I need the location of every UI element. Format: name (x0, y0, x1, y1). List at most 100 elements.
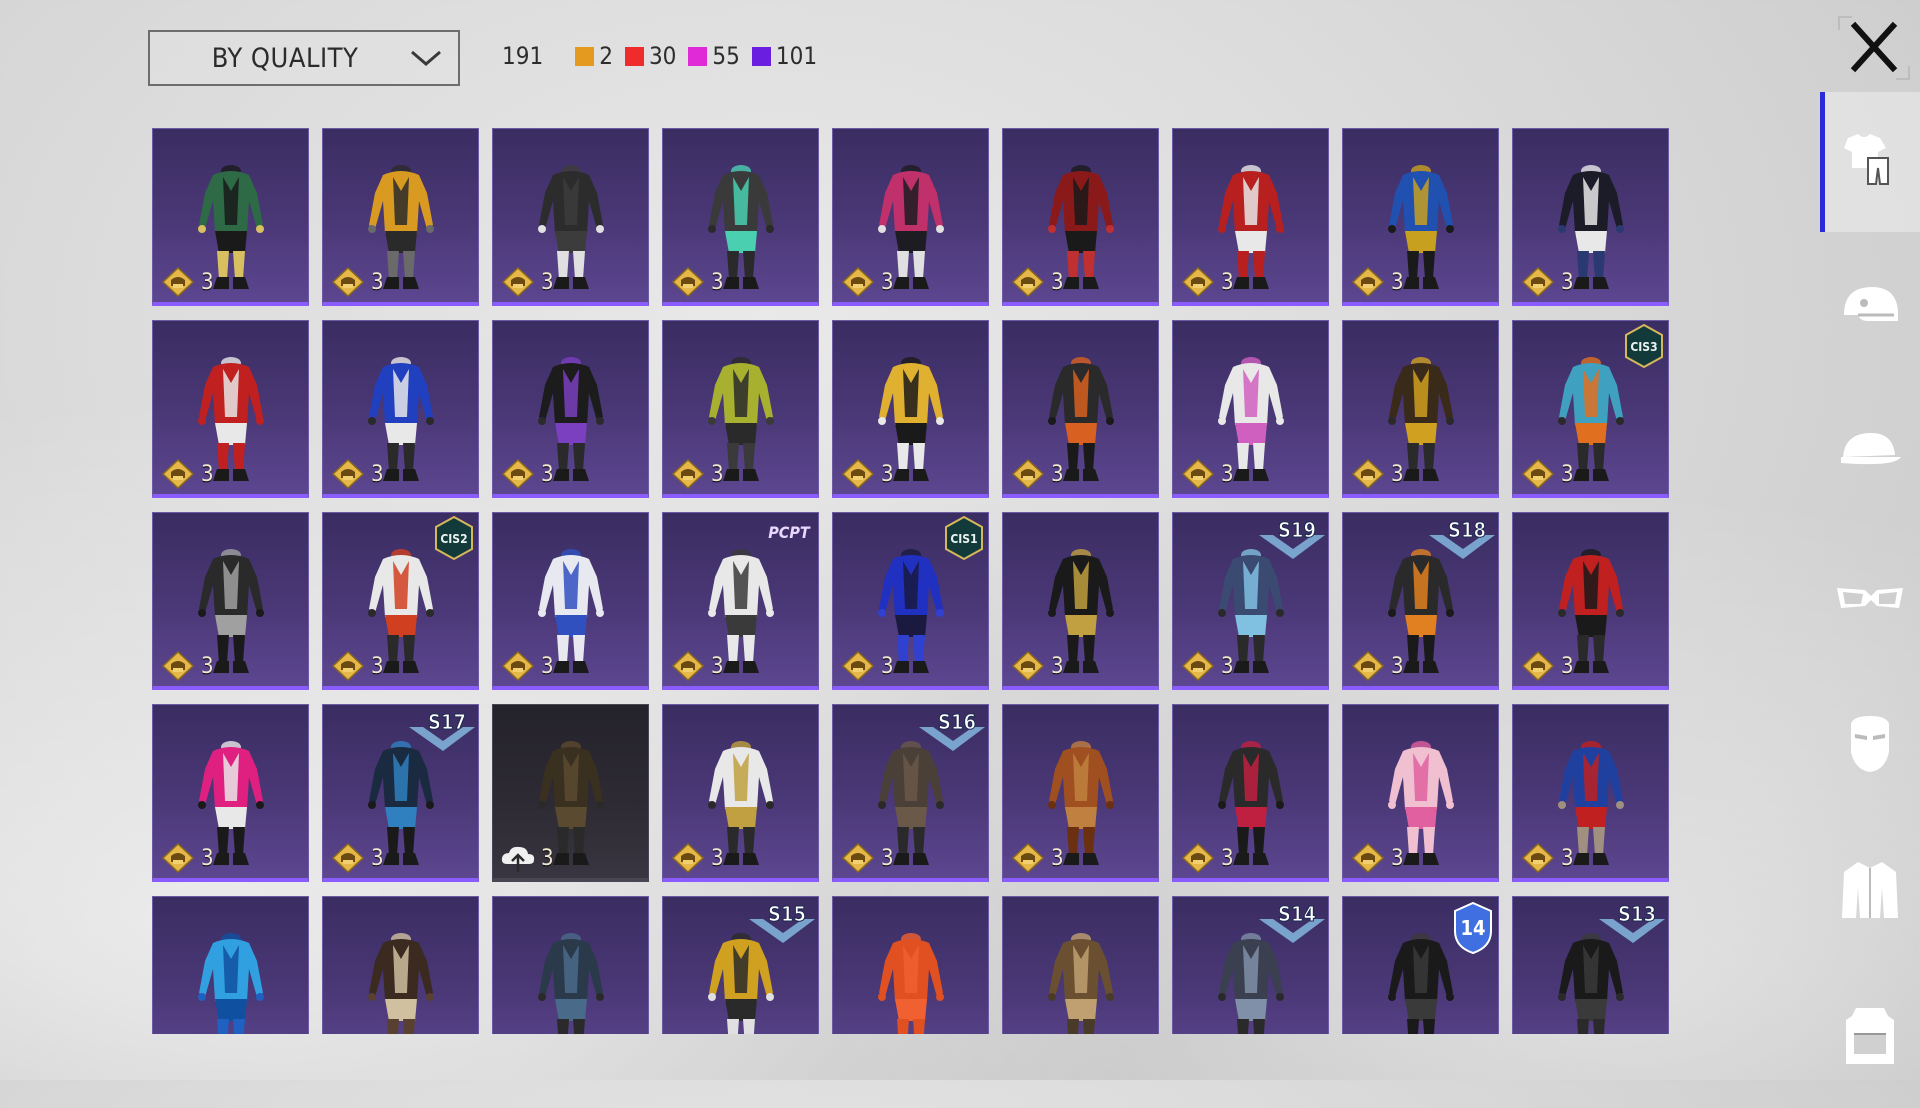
outfit-card[interactable]: CIS1 3 (832, 512, 989, 690)
outfit-card[interactable]: 3 (662, 704, 819, 882)
close-button[interactable] (1838, 16, 1910, 80)
outfit-card[interactable]: 3 (492, 128, 649, 306)
quality-count-2: 55 (688, 42, 740, 70)
quantity: 3 (159, 458, 214, 490)
outfit-card[interactable]: 3 (1002, 320, 1159, 498)
outfit-icon (1838, 128, 1902, 196)
outfit-card[interactable]: 3 (662, 320, 819, 498)
sidebar-tab-goggles[interactable] (1820, 530, 1920, 670)
outfit-image (493, 897, 648, 1034)
quantity: 3 (669, 458, 724, 490)
outfit-image (153, 897, 308, 1034)
quantity: 3 (839, 650, 894, 682)
quality-count-value: 55 (712, 42, 740, 70)
quantity: 3 (1179, 458, 1234, 490)
quantity-value: 3 (371, 269, 384, 295)
shield-badge: 14 (1451, 901, 1495, 959)
outfit-card[interactable]: 3 (322, 320, 479, 498)
outfit-card[interactable]: 3 (1512, 512, 1669, 690)
goggles-icon (1833, 578, 1907, 622)
outfit-card[interactable]: 3 (1172, 704, 1329, 882)
item-grid: 3 3 3 3 3 3 3 3 3 3 3 3 3 3 3 3 3 CIS3 3… (152, 128, 1670, 1034)
outfit-card[interactable]: 14 (1342, 896, 1499, 1034)
outfit-card[interactable]: S14 (1172, 896, 1329, 1034)
sort-dropdown[interactable]: BY QUALITY (148, 30, 460, 86)
outfit-card[interactable]: PCPT 3 (662, 512, 819, 690)
rank-coin-icon (499, 266, 537, 298)
quantity-value: 3 (1051, 845, 1064, 871)
sidebar-tab-backpack[interactable] (1820, 968, 1920, 1108)
outfit-card[interactable]: CIS2 3 (322, 512, 479, 690)
outfit-card[interactable]: 3 (1002, 512, 1159, 690)
outfit-card[interactable]: 3 (152, 704, 309, 882)
outfit-card[interactable] (152, 896, 309, 1034)
outfit-image (1003, 897, 1158, 1034)
outfit-card[interactable] (832, 896, 989, 1034)
outfit-card[interactable]: S17 3 (322, 704, 479, 882)
outfit-card[interactable]: 3 (1342, 704, 1499, 882)
quantity-value: 3 (201, 845, 214, 871)
rank-coin-icon (839, 458, 877, 490)
outfit-card[interactable]: 3 (152, 128, 309, 306)
quantity-value: 3 (201, 269, 214, 295)
quantity: 3 (1179, 266, 1234, 298)
outfit-card[interactable]: S13 (1512, 896, 1669, 1034)
svg-text:S15: S15 (768, 902, 806, 926)
rank-coin-icon (669, 842, 707, 874)
outfit-card[interactable]: S19 3 (1172, 512, 1329, 690)
sidebar-tab-outfit[interactable] (1820, 92, 1920, 232)
outfit-card[interactable]: 3 (832, 128, 989, 306)
hex-badge: CIS3 (1623, 323, 1665, 373)
quantity-value: 3 (1561, 845, 1574, 871)
outfit-card[interactable]: 3 (492, 320, 649, 498)
quality-count-1: 30 (624, 42, 676, 70)
outfit-card[interactable]: S15 (662, 896, 819, 1034)
outfit-card[interactable]: 3 (1002, 704, 1159, 882)
outfit-card[interactable]: 3 (1342, 320, 1499, 498)
rank-coin-icon (159, 266, 197, 298)
outfit-card[interactable]: 3 (662, 128, 819, 306)
outfit-card[interactable]: 3 (152, 320, 309, 498)
outfit-card[interactable]: 3 (152, 512, 309, 690)
outfit-card[interactable]: S18 3 (1342, 512, 1499, 690)
svg-text:PCPT: PCPT (768, 523, 811, 542)
outfit-card[interactable]: 3 (1512, 704, 1669, 882)
svg-text:S17: S17 (428, 710, 466, 734)
sidebar-tab-jacket[interactable] (1820, 822, 1920, 962)
close-icon (1850, 21, 1898, 73)
outfit-card[interactable]: 3 (832, 320, 989, 498)
outfit-card[interactable] (1002, 896, 1159, 1034)
outfit-card[interactable]: S16 3 (832, 704, 989, 882)
quantity-value: 3 (711, 653, 724, 679)
outfit-card[interactable] (492, 896, 649, 1034)
rank-coin-icon (1179, 266, 1217, 298)
outfit-card[interactable]: 3 (1342, 128, 1499, 306)
outfit-card[interactable]: CIS3 3 (1512, 320, 1669, 498)
quality-counts: 191 2 30 55 101 (502, 42, 829, 70)
outfit-card[interactable]: 3 (492, 704, 649, 882)
quality-swatch (688, 46, 708, 66)
quantity: 3 (1349, 842, 1404, 874)
season-badge: S17 (405, 707, 478, 761)
quantity-value: 3 (541, 461, 554, 487)
sidebar-tab-cap[interactable] (1820, 384, 1920, 524)
rank-coin-icon (1519, 842, 1557, 874)
quantity: 3 (1349, 266, 1404, 298)
quantity-value: 3 (541, 653, 554, 679)
outfit-card[interactable] (322, 896, 479, 1034)
outfit-card[interactable]: 3 (1172, 128, 1329, 306)
quantity-value: 3 (541, 269, 554, 295)
outfit-card[interactable]: 3 (492, 512, 649, 690)
sidebar-tab-mask[interactable] (1820, 676, 1920, 816)
sidebar-tab-helmet[interactable] (1820, 238, 1920, 378)
quantity-value: 3 (371, 845, 384, 871)
rank-coin-icon (329, 266, 367, 298)
outfit-card[interactable]: 3 (1512, 128, 1669, 306)
outfit-card[interactable]: 3 (322, 128, 479, 306)
quantity: 3 (1009, 650, 1064, 682)
quantity-value: 3 (1221, 461, 1234, 487)
quality-count-3: 101 (751, 42, 817, 70)
outfit-card[interactable]: 3 (1002, 128, 1159, 306)
outfit-card[interactable]: 3 (1172, 320, 1329, 498)
quantity: 3 (159, 266, 214, 298)
